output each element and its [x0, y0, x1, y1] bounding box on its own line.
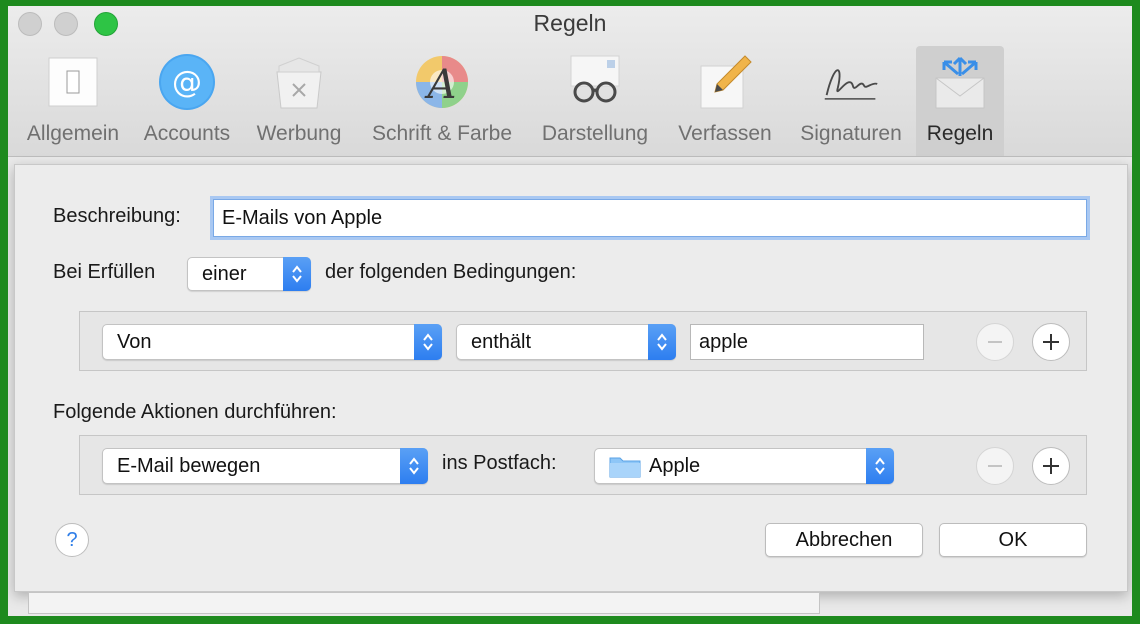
- ok-button[interactable]: OK: [939, 523, 1087, 557]
- tab-werbung[interactable]: Werbung: [246, 46, 352, 156]
- minus-icon: [988, 341, 1002, 343]
- tab-label: Darstellung: [541, 122, 649, 145]
- rules-list-bottom-edge: [28, 592, 820, 614]
- tab-accounts[interactable]: @ Accounts: [132, 46, 242, 156]
- match-prefix-label: Bei Erfüllen: [53, 261, 156, 283]
- tab-schrift-farbe[interactable]: A Schrift & Farbe: [360, 46, 524, 156]
- condition-field-popup[interactable]: Von: [102, 324, 442, 360]
- tab-label: Verfassen: [678, 122, 772, 145]
- svg-text:A: A: [424, 62, 457, 108]
- svg-text:@: @: [172, 65, 202, 100]
- match-suffix-label: der folgenden Bedingungen:: [325, 261, 577, 283]
- signature-icon: [821, 52, 881, 112]
- tab-darstellung[interactable]: Darstellung: [534, 46, 656, 156]
- description-value: E-Mails von Apple: [222, 206, 383, 229]
- remove-action-button[interactable]: [976, 447, 1014, 485]
- action-type-popup[interactable]: E-Mail bewegen: [102, 448, 428, 484]
- actions-label: Folgende Aktionen durchführen:: [53, 401, 337, 423]
- tab-label: Accounts: [143, 122, 231, 145]
- updown-arrows-icon: [866, 448, 894, 484]
- description-input[interactable]: E-Mails von Apple: [213, 199, 1087, 237]
- action-row: E-Mail bewegen ins Postfach: Apple: [79, 435, 1087, 495]
- tab-verfassen[interactable]: Verfassen: [668, 46, 782, 156]
- updown-arrows-icon: [283, 257, 311, 291]
- cancel-label: Abbrechen: [795, 528, 893, 551]
- condition-operator-popup[interactable]: enthält: [456, 324, 676, 360]
- add-action-button[interactable]: [1032, 447, 1070, 485]
- condition-value-text: apple: [699, 330, 748, 353]
- help-button[interactable]: ?: [55, 523, 89, 557]
- glasses-icon: [565, 52, 625, 112]
- cancel-button[interactable]: Abbrechen: [765, 523, 923, 557]
- tab-allgemein[interactable]: Allgemein: [14, 46, 132, 156]
- tab-label: Signaturen: [800, 122, 902, 145]
- condition-row: Von enthält apple: [79, 311, 1087, 371]
- remove-condition-button[interactable]: [976, 323, 1014, 361]
- tab-label: Allgemein: [26, 122, 120, 145]
- tab-label: Schrift & Farbe: [371, 122, 513, 145]
- add-condition-button[interactable]: [1032, 323, 1070, 361]
- pencil-icon: [695, 52, 755, 112]
- updown-arrows-icon: [400, 448, 428, 484]
- plus-icon: [1043, 334, 1059, 350]
- condition-operator-value: enthält: [471, 330, 532, 353]
- match-type-value: einer: [202, 262, 247, 285]
- minus-icon: [988, 465, 1002, 467]
- window-title: Regeln: [533, 10, 607, 36]
- condition-field-value: Von: [117, 330, 152, 353]
- tab-label: Werbung: [256, 122, 342, 145]
- font-color-icon: A: [412, 52, 472, 112]
- description-label: Beschreibung:: [53, 205, 181, 227]
- folder-icon: [609, 457, 641, 478]
- plus-icon: [1043, 458, 1059, 474]
- tab-label: Regeln: [926, 122, 994, 145]
- mailbox-value: Apple: [649, 454, 701, 477]
- rules-envelope-icon: [930, 52, 990, 112]
- target-mailbox-label: ins Postfach:: [442, 452, 557, 474]
- at-icon: @: [157, 52, 217, 112]
- tab-signaturen[interactable]: Signaturen: [792, 46, 910, 156]
- tab-regeln[interactable]: Regeln: [916, 46, 1004, 156]
- ok-label: OK: [998, 528, 1028, 551]
- updown-arrows-icon: [414, 324, 442, 360]
- switch-icon: [43, 52, 103, 112]
- title-bar: Regeln Allgemein @ Accounts Werbung A Sc…: [8, 6, 1132, 157]
- junk-bin-icon: [269, 52, 329, 112]
- action-type-value: E-Mail bewegen: [117, 454, 261, 477]
- match-type-popup[interactable]: einer: [187, 257, 311, 291]
- mailbox-popup[interactable]: Apple: [594, 448, 894, 484]
- preferences-window: Regeln Allgemein @ Accounts Werbung A Sc…: [8, 6, 1132, 616]
- question-mark-icon: ?: [66, 528, 78, 551]
- updown-arrows-icon: [648, 324, 676, 360]
- condition-value-input[interactable]: apple: [690, 324, 924, 360]
- rule-editor-sheet: Beschreibung: E-Mails von Apple Bei Erfü…: [14, 164, 1128, 592]
